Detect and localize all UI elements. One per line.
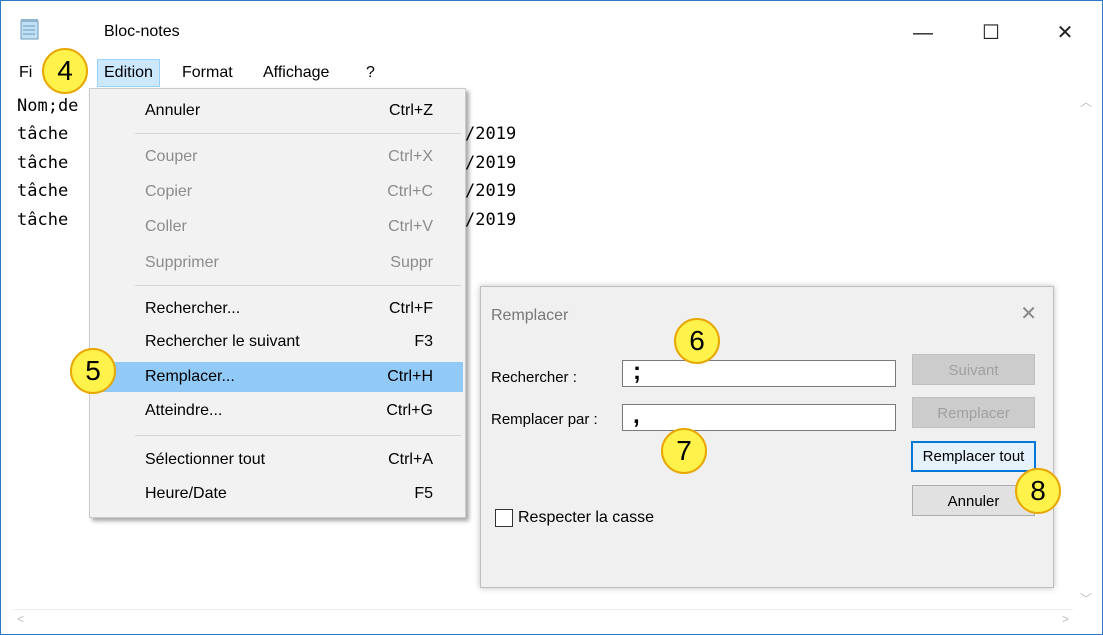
editor-line: Nom;de [17, 96, 79, 116]
menu-item-label: Couper [145, 148, 198, 165]
menu-item-shortcut: Ctrl+A [388, 451, 433, 468]
close-button[interactable]: ✕ [1043, 15, 1087, 51]
menu-item-label: Coller [145, 218, 187, 235]
menu-item-atteindre[interactable]: Atteindre... Ctrl+G [90, 396, 465, 426]
menu-item-remplacer[interactable]: Remplacer... Ctrl+H [92, 362, 463, 392]
menu-item-coller[interactable]: Coller Ctrl+V [90, 212, 465, 242]
menu-item-supprimer[interactable]: Supprimer Suppr [90, 248, 465, 278]
step-badge-7: 7 [661, 428, 707, 474]
menu-fichier[interactable]: Fi [13, 59, 38, 87]
replace-input[interactable]: , [622, 404, 896, 431]
menu-item-label: Rechercher le suivant [145, 333, 300, 350]
editor-line-tail: /2019 [465, 210, 517, 230]
replace-all-button[interactable]: Remplacer tout [911, 441, 1036, 472]
menu-item-shortcut: F5 [414, 485, 433, 502]
replace-button[interactable]: Remplacer [912, 397, 1035, 428]
replace-label: Remplacer par : [491, 411, 598, 428]
menu-item-rechercher-suivant[interactable]: Rechercher le suivant F3 [90, 327, 465, 357]
menu-item-couper[interactable]: Couper Ctrl+X [90, 142, 465, 172]
menu-item-shortcut: Ctrl+C [387, 183, 433, 200]
title-bar[interactable]: Bloc-notes — ☐ ✕ [1, 1, 1102, 53]
find-label: Rechercher : [491, 369, 577, 386]
menu-item-shortcut: Suppr [390, 254, 433, 271]
menu-help[interactable]: ? [360, 59, 381, 87]
menu-item-annuler[interactable]: Annuler Ctrl+Z [90, 96, 465, 126]
maximize-button[interactable]: ☐ [969, 15, 1013, 51]
menu-item-shortcut: Ctrl+X [388, 148, 433, 165]
step-badge-6: 6 [674, 318, 720, 364]
replace-dialog: Remplacer ✕ Rechercher : ; Remplacer par… [480, 286, 1054, 588]
menu-edition[interactable]: Edition [97, 59, 160, 87]
minimize-button[interactable]: — [901, 15, 945, 51]
scroll-down-icon[interactable]: ﹀ [1080, 590, 1092, 607]
horizontal-scrollbar[interactable]: < > [13, 609, 1073, 628]
menu-item-shortcut: F3 [414, 333, 433, 350]
editor-line-tail: /2019 [465, 181, 517, 201]
menu-item-label: Sélectionner tout [145, 451, 266, 468]
dialog-title: Remplacer [491, 307, 569, 324]
menu-item-label: Heure/Date [145, 485, 227, 502]
step-badge-5: 5 [70, 348, 116, 394]
menu-affichage[interactable]: Affichage [257, 59, 335, 87]
find-input[interactable]: ; [622, 360, 896, 387]
menu-item-rechercher[interactable]: Rechercher... Ctrl+F [90, 294, 465, 324]
match-case-checkbox[interactable] [495, 509, 513, 527]
scroll-up-icon[interactable]: ︿ [1080, 93, 1092, 110]
menu-item-label: Copier [145, 183, 193, 200]
menu-separator [135, 435, 461, 436]
menu-format[interactable]: Format [176, 59, 239, 87]
scroll-right-icon[interactable]: > [1062, 612, 1069, 626]
window-title: Bloc-notes [104, 23, 180, 40]
editor-line: tâche [17, 181, 69, 201]
editor-line: tâche [17, 153, 69, 173]
step-badge-4: 4 [42, 48, 88, 94]
editor-line-tail: /2019 [465, 124, 517, 144]
menu-item-shortcut: Ctrl+G [386, 402, 433, 419]
menu-separator [135, 285, 461, 286]
menu-item-shortcut: Ctrl+H [387, 368, 433, 385]
step-badge-8: 8 [1015, 468, 1061, 514]
menu-item-shortcut: Ctrl+V [388, 218, 433, 235]
close-icon[interactable]: ✕ [1020, 301, 1037, 326]
menu-item-label: Supprimer [145, 254, 219, 271]
menu-item-selectionner-tout[interactable]: Sélectionner tout Ctrl+A [90, 445, 465, 475]
menu-bar: Fi Edition Format Affichage ? [1, 59, 1102, 87]
edit-menu-dropdown: Annuler Ctrl+Z Couper Ctrl+X Copier Ctrl… [89, 88, 466, 518]
editor-line: tâche [17, 124, 69, 144]
scroll-left-icon[interactable]: < [17, 612, 24, 626]
notepad-icon [20, 19, 39, 40]
menu-item-shortcut: Ctrl+F [389, 300, 433, 317]
next-button[interactable]: Suivant [912, 354, 1035, 385]
menu-item-shortcut: Ctrl+Z [389, 102, 433, 119]
menu-separator [135, 133, 461, 134]
editor-line-tail: /2019 [465, 153, 517, 173]
menu-item-label: Rechercher... [145, 300, 241, 317]
match-case-label: Respecter la casse [518, 509, 655, 526]
menu-item-label: Annuler [145, 102, 201, 119]
menu-item-label: Remplacer... [145, 368, 235, 385]
menu-item-copier[interactable]: Copier Ctrl+C [90, 177, 465, 207]
menu-item-label: Atteindre... [145, 402, 223, 419]
editor-line: tâche [17, 210, 69, 230]
menu-item-heure-date[interactable]: Heure/Date F5 [90, 479, 465, 509]
vertical-scrollbar[interactable]: ︿ ﹀ [1078, 91, 1094, 611]
